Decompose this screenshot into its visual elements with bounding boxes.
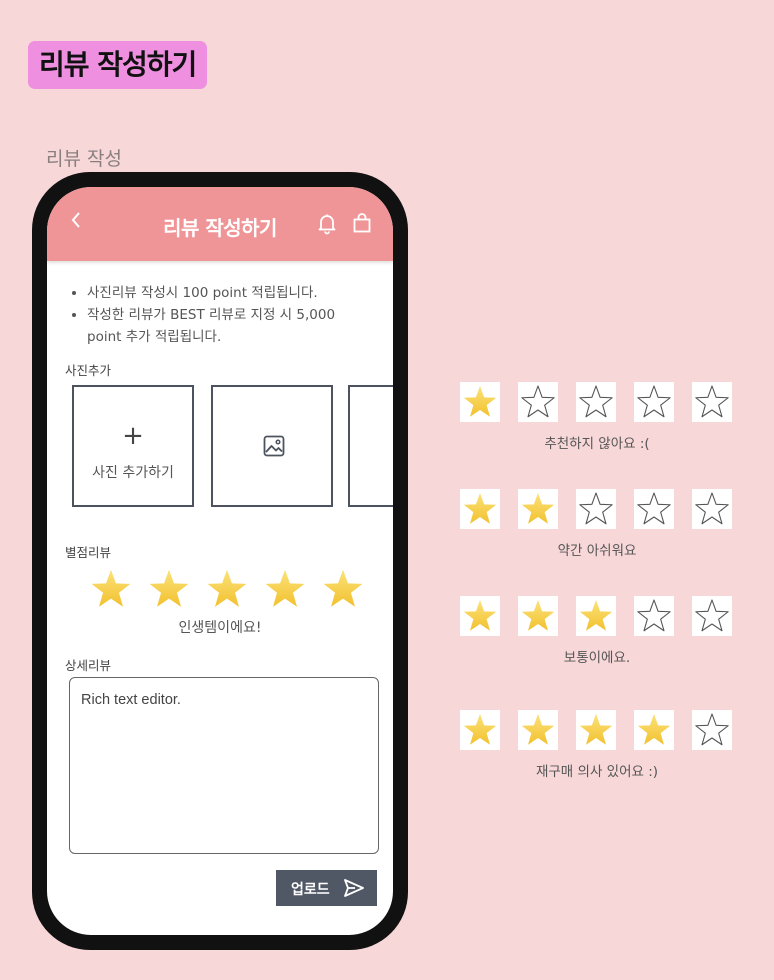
- rating-star-1: [91, 569, 131, 607]
- star-filled-icon: [518, 489, 558, 529]
- section-caption: 리뷰 작성: [46, 148, 122, 170]
- legend-stars: [460, 489, 734, 529]
- notice-item: 사진리뷰 작성시 100 point 적립됩니다.: [87, 282, 371, 304]
- editor-placeholder: Rich text editor.: [81, 692, 181, 708]
- star-filled-icon: [634, 710, 674, 750]
- legend-row: 재구매 의사 있어요 :): [460, 710, 734, 780]
- send-icon: [344, 879, 364, 897]
- star-filled-icon: [460, 596, 500, 636]
- add-photo-label: 사진 추가하기: [92, 465, 174, 481]
- detail-section-label: 상세리뷰: [65, 658, 112, 673]
- review-text-editor[interactable]: Rich text editor.: [69, 677, 379, 854]
- legend-row: 추천하지 않아요 :(: [460, 382, 734, 452]
- legend-stars: [460, 382, 734, 422]
- upload-button[interactable]: 업로드: [276, 870, 377, 906]
- star-empty-icon: [692, 710, 732, 750]
- star-empty-icon: [692, 489, 732, 529]
- star-filled-icon: [460, 489, 500, 529]
- rating-star-3: [207, 569, 247, 607]
- star-filled-icon: [576, 596, 616, 636]
- star-empty-icon: [518, 382, 558, 422]
- star-empty-icon: [692, 596, 732, 636]
- page-title: 리뷰 작성하기: [28, 41, 208, 89]
- rating-star-4: [265, 569, 305, 607]
- photo-slot[interactable]: [211, 385, 333, 507]
- legend-text: 보통이에요.: [563, 650, 631, 666]
- legend-text: 약간 아쉬워요: [557, 543, 637, 559]
- phone-screen: 리뷰 작성하기 사진리뷰 작성시 100 point 적립됩니다. 작성한 리뷰…: [47, 187, 393, 935]
- legend-text: 재구매 의사 있어요 :): [535, 764, 659, 780]
- add-photo-button[interactable]: + 사진 추가하기: [72, 385, 194, 507]
- header-title: 리뷰 작성하기: [163, 216, 277, 240]
- phone-frame: 리뷰 작성하기 사진리뷰 작성시 100 point 적립됩니다. 작성한 리뷰…: [32, 172, 408, 950]
- star-filled-icon: [460, 382, 500, 422]
- star-empty-icon: [634, 382, 674, 422]
- upload-label: 업로드: [291, 882, 330, 898]
- legend-row: 약간 아쉬워요: [460, 489, 734, 559]
- rating-text: 인생템이에요!: [178, 620, 262, 636]
- star-filled-icon: [518, 596, 558, 636]
- shopping-bag-icon[interactable]: [352, 212, 372, 238]
- rating-section-label: 별점리뷰: [65, 545, 112, 560]
- plus-icon: +: [122, 421, 144, 451]
- image-icon: [263, 435, 285, 457]
- star-filled-icon: [460, 710, 500, 750]
- star-filled-icon: [576, 710, 616, 750]
- legend-text: 추천하지 않아요 :(: [544, 436, 650, 452]
- star-empty-icon: [692, 382, 732, 422]
- point-notice: 사진리뷰 작성시 100 point 적립됩니다. 작성한 리뷰가 BEST 리…: [71, 282, 371, 348]
- photo-slot[interactable]: [348, 385, 393, 507]
- star-empty-icon: [576, 489, 616, 529]
- app-header: 리뷰 작성하기: [47, 187, 393, 261]
- legend-row: 보통이에요.: [460, 596, 734, 666]
- star-filled-icon: [518, 710, 558, 750]
- notice-item: 작성한 리뷰가 BEST 리뷰로 지정 시 5,000 point 추가 적립됩…: [87, 304, 371, 348]
- legend-stars: [460, 596, 734, 636]
- rating-star-2: [149, 569, 189, 607]
- photo-section-label: 사진추가: [65, 363, 112, 378]
- star-empty-icon: [576, 382, 616, 422]
- bell-icon[interactable]: [317, 213, 337, 239]
- star-empty-icon: [634, 489, 674, 529]
- star-empty-icon: [634, 596, 674, 636]
- legend-stars: [460, 710, 734, 750]
- rating-star-5: [323, 569, 363, 607]
